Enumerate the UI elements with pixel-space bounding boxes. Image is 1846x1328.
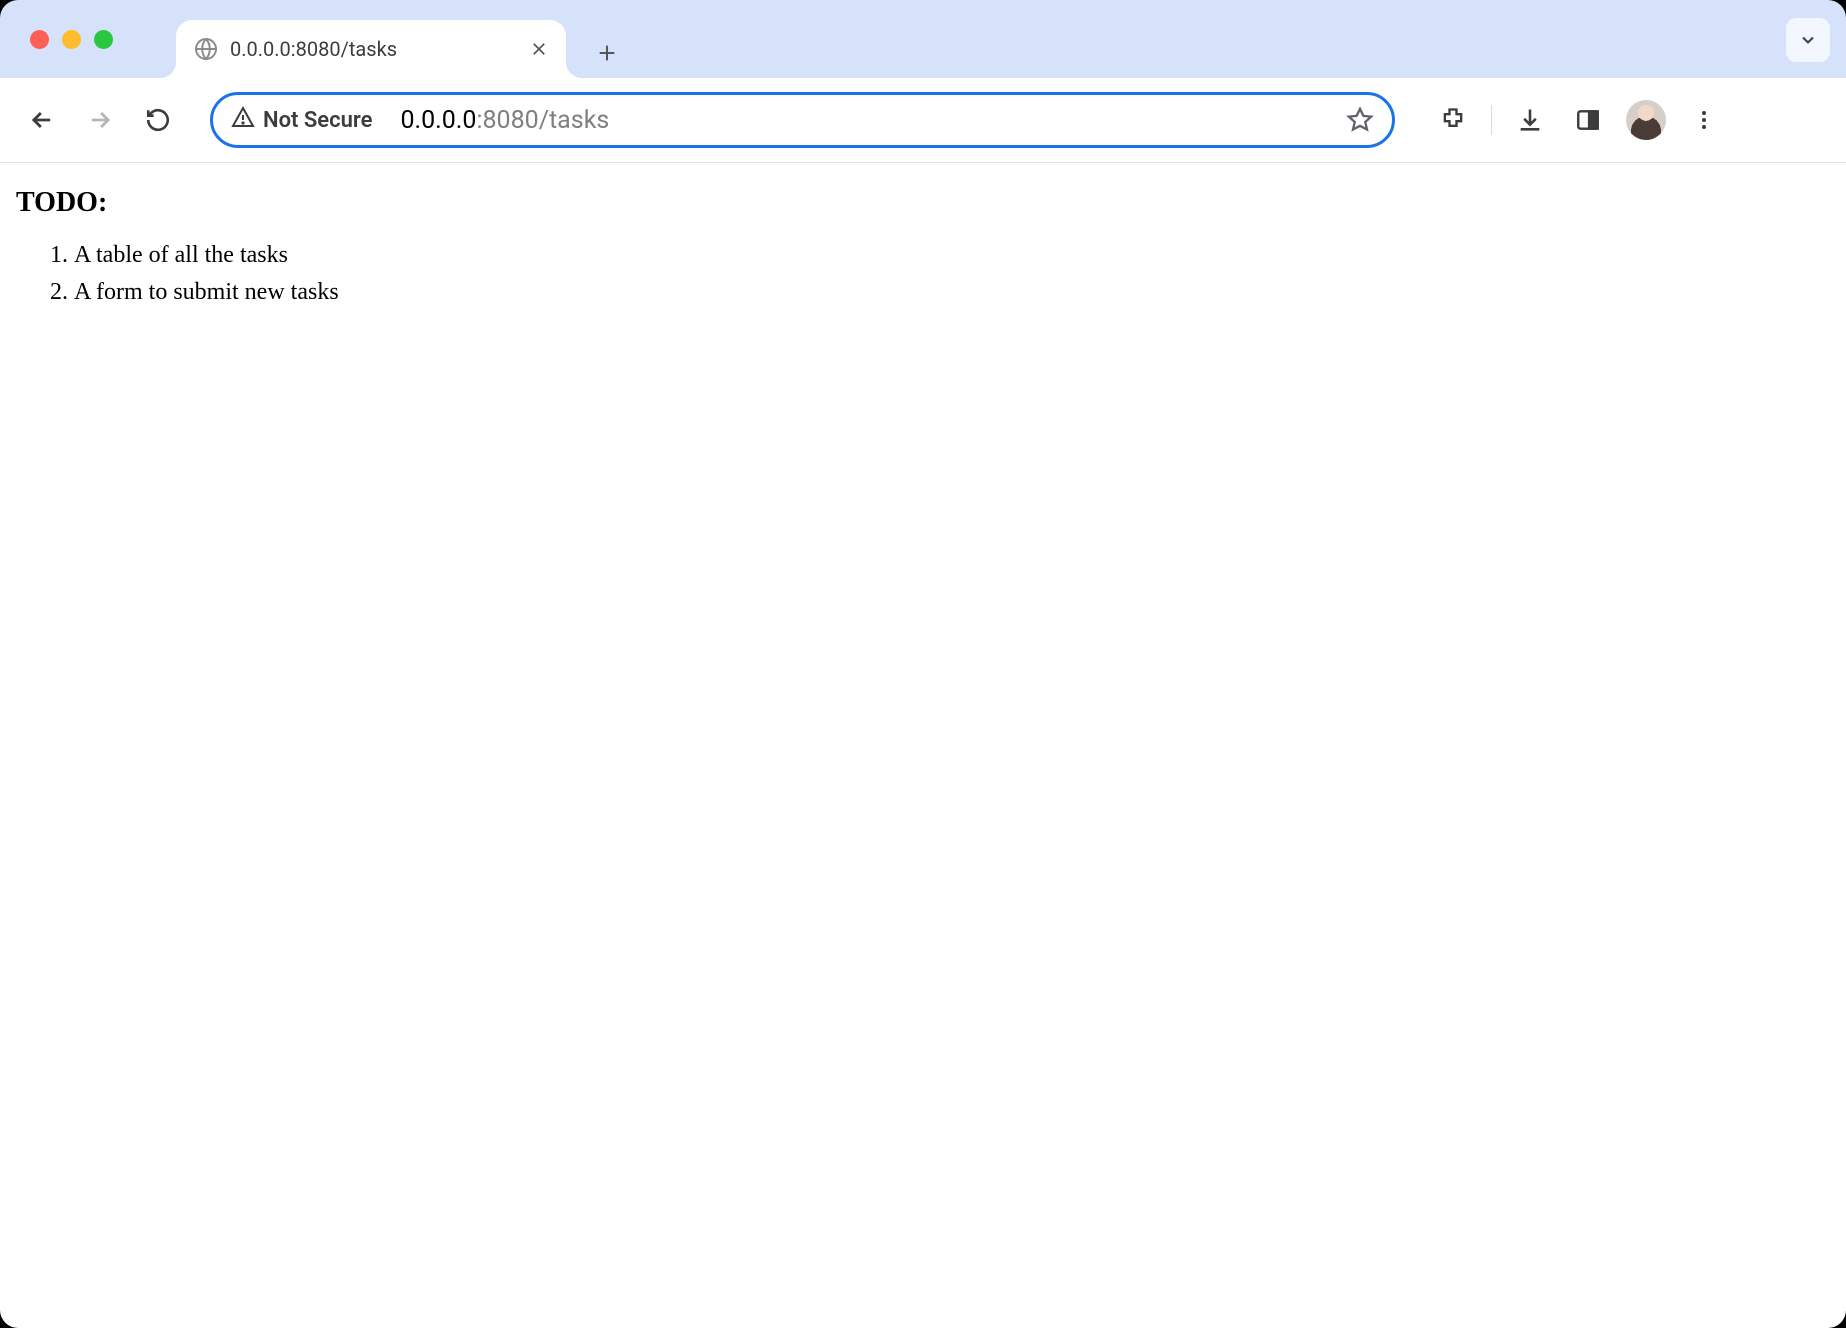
globe-icon	[194, 37, 218, 61]
todo-list: A table of all the tasks A form to submi…	[74, 237, 1830, 311]
url-path: :8080/tasks	[476, 106, 609, 135]
side-panel-button[interactable]	[1568, 100, 1608, 140]
new-tab-button[interactable]	[596, 42, 618, 64]
tabs-dropdown-button[interactable]	[1786, 18, 1830, 62]
tab-title: 0.0.0.0:8080/tasks	[230, 37, 518, 61]
profile-avatar[interactable]	[1626, 100, 1666, 140]
warning-icon	[231, 105, 255, 135]
address-bar[interactable]: Not Secure 0.0.0.0:8080/tasks	[210, 92, 1395, 148]
menu-button[interactable]	[1684, 100, 1724, 140]
list-item: A form to submit new tasks	[74, 274, 1830, 311]
toolbar-right	[1433, 100, 1724, 140]
toolbar-separator	[1491, 105, 1492, 135]
url-text: 0.0.0.0:8080/tasks	[400, 106, 609, 135]
extensions-button[interactable]	[1433, 100, 1473, 140]
close-tab-button[interactable]	[530, 40, 548, 58]
browser-toolbar: Not Secure 0.0.0.0:8080/tasks	[0, 78, 1846, 163]
browser-tab[interactable]: 0.0.0.0:8080/tasks	[176, 20, 566, 78]
forward-button[interactable]	[76, 96, 124, 144]
tab-strip: 0.0.0.0:8080/tasks	[0, 0, 1846, 78]
page-content: TODO: A table of all the tasks A form to…	[0, 163, 1846, 327]
window-close-button[interactable]	[30, 30, 49, 49]
window-fullscreen-button[interactable]	[94, 30, 113, 49]
not-secure-label: Not Secure	[263, 108, 372, 133]
window-traffic-lights	[30, 30, 113, 49]
list-item: A table of all the tasks	[74, 237, 1830, 274]
back-button[interactable]	[18, 96, 66, 144]
downloads-button[interactable]	[1510, 100, 1550, 140]
window-minimize-button[interactable]	[62, 30, 81, 49]
security-indicator[interactable]: Not Secure	[231, 105, 372, 135]
reload-button[interactable]	[134, 96, 182, 144]
bookmark-button[interactable]	[1346, 106, 1374, 134]
url-host: 0.0.0.0	[400, 106, 476, 135]
page-heading: TODO:	[16, 187, 1830, 219]
